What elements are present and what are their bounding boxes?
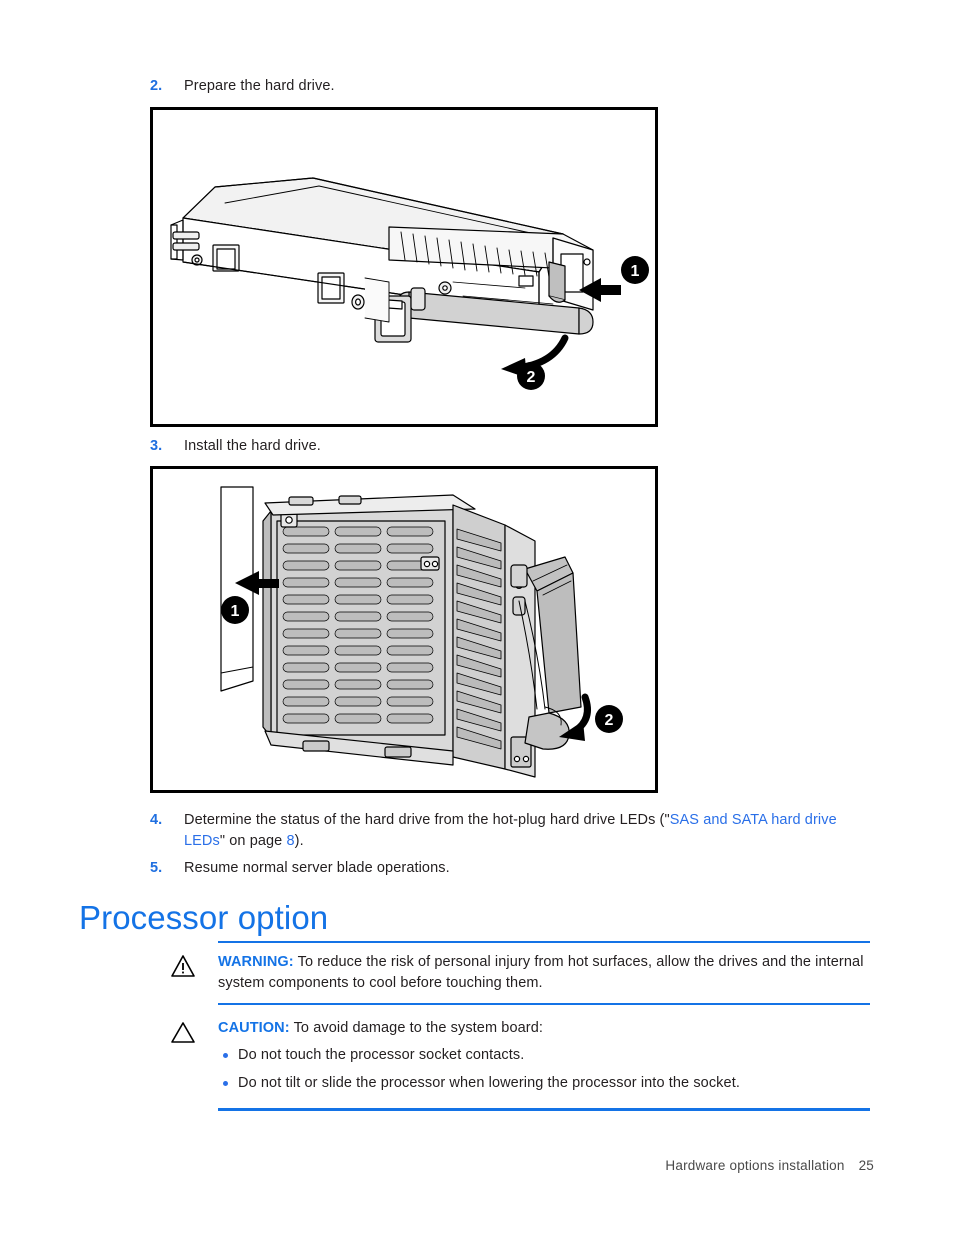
warning-body: WARNING: To reduce the risk of personal …: [218, 952, 870, 993]
caution-label: CAUTION:: [218, 1020, 290, 1036]
list-item: Do not tilt or slide the processor when …: [218, 1073, 870, 1094]
figure-install-hard-drive: 1 2: [150, 466, 658, 793]
warning-text: To reduce the risk of personal injury fr…: [218, 954, 864, 991]
caution-admonition: CAUTION: To avoid damage to the system b…: [170, 1018, 870, 1111]
step-text: Resume normal server blade operations.: [184, 860, 450, 876]
caution-bottom-rule: [218, 1107, 870, 1111]
caution-bullet-list: Do not touch the processor socket contac…: [218, 1045, 870, 1094]
caution-triangle-icon: [170, 1018, 218, 1049]
page-title: Processor option: [79, 899, 329, 936]
callout-2-badge: 2: [595, 705, 623, 733]
step-item-5: 5. Resume normal server blade operations…: [150, 858, 850, 879]
step-text: Install the hard drive.: [184, 438, 321, 454]
caution-text: To avoid damage to the system board:: [293, 1020, 543, 1036]
figure-prepare-hard-drive: 1 2: [150, 107, 658, 427]
warning-label: WARNING:: [218, 954, 294, 970]
step-item-3: 3. Install the hard drive.: [150, 436, 850, 457]
callout-1-badge: 1: [221, 596, 249, 624]
callout-1-badge: 1: [621, 256, 649, 284]
heading-rule: [218, 941, 870, 943]
footer-chapter: Hardware options installation: [665, 1158, 845, 1173]
callout-2-label: 2: [605, 712, 614, 729]
step-text: Determine the status of the hard drive f…: [184, 810, 874, 851]
step-number: 4.: [150, 812, 163, 828]
step-number: 3.: [150, 438, 163, 454]
step-number: 5.: [150, 860, 163, 876]
step4-text-post: ).: [294, 832, 304, 849]
page-footer: Hardware options installation 25: [0, 1158, 874, 1173]
step-number: 2.: [150, 78, 163, 94]
footer-page-number: 25: [858, 1158, 874, 1173]
callout-2-label: 2: [527, 369, 536, 386]
step-item-4: 4. Determine the status of the hard driv…: [150, 810, 874, 851]
step4-text-pre: Determine the status of the hard drive f…: [184, 812, 670, 828]
callout-2-badge: 2: [517, 362, 545, 390]
callout-1-label: 1: [631, 263, 640, 280]
hard-drive-install-illustration: 1 2: [220, 486, 623, 778]
hard-drive-carrier-prepare-illustration: 1 2: [170, 177, 649, 390]
step-item-2: 2. Prepare the hard drive.: [150, 76, 850, 97]
warning-bottom-rule: [218, 1003, 870, 1005]
callout-1-label: 1: [231, 603, 240, 620]
step-text: Prepare the hard drive.: [184, 78, 335, 94]
document-page: 2. Prepare the hard drive. 1 2 3. Instal…: [0, 0, 954, 1235]
warning-triangle-exclamation-icon: [170, 952, 218, 983]
caution-body: CAUTION: To avoid damage to the system b…: [218, 1018, 870, 1102]
warning-admonition: WARNING: To reduce the risk of personal …: [170, 952, 870, 1005]
step4-text-mid: " on page: [219, 832, 287, 849]
link-page-number[interactable]: 8: [286, 833, 294, 849]
list-item: Do not touch the processor socket contac…: [218, 1045, 870, 1066]
